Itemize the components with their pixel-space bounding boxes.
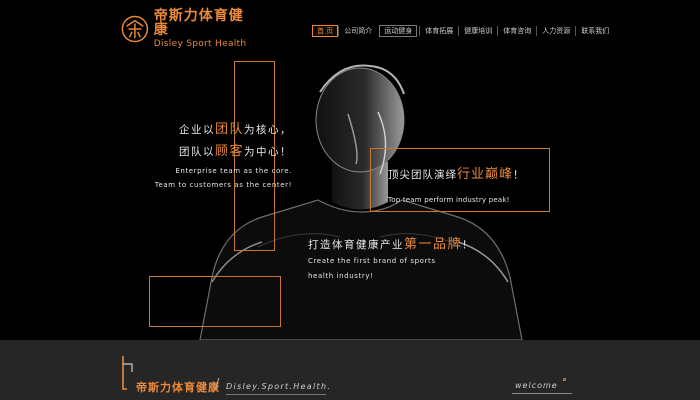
- slogan3-cn-highlight: 第一品牌: [404, 237, 463, 252]
- logo-emblem-icon: [121, 15, 149, 43]
- slogan-team-core: 企业以团队为核心， 团队以顾客为中心！ Enterprise team as t…: [140, 119, 292, 191]
- footer-underline: [226, 394, 326, 395]
- slogan1-en-line1: Enterprise team as the core.: [175, 167, 292, 175]
- slogan3-en-line2: health industry!: [308, 272, 374, 280]
- slogan-industry-peak: 顶尖团队演绎行业巅峰！ Top team perform industry pe…: [388, 163, 525, 204]
- footer-band: 帝斯力体育健康 / Disley.Sport.Health. welcome: [0, 340, 700, 400]
- slogan2-cn-highlight: 行业巅峰: [457, 167, 514, 182]
- nav-item-hr[interactable]: 人力资源: [536, 26, 575, 36]
- slogan1-line2-post: 为中心！: [244, 146, 292, 158]
- slogan1-line2-highlight: 顾客: [214, 144, 244, 159]
- slogan-first-brand: 打造体育健康产业第一品牌！ Create the first brand of …: [308, 233, 474, 282]
- slogan3-en-line1: Create the first brand of sports: [308, 257, 436, 265]
- main-nav: 首 页 公司简介 运动健身 体育拓展 健康培训 体育咨询 人力资源 联系我们: [312, 24, 614, 38]
- nav-item-training[interactable]: 健康培训: [458, 26, 497, 36]
- slogan1-line2-pre: 团队以: [178, 146, 215, 158]
- site-logo[interactable]: 帝斯力体育健康 Disley Sport Health: [121, 8, 251, 49]
- slogan1-line1-pre: 企业以: [178, 124, 215, 136]
- nav-item-fitness[interactable]: 运动健身: [379, 25, 418, 37]
- nav-item-consulting[interactable]: 体育咨询: [497, 26, 536, 36]
- welcome-underline: [512, 393, 572, 394]
- slogan2-en: Top team perform industry peak!: [388, 196, 510, 204]
- nav-item-expansion[interactable]: 体育拓展: [419, 26, 458, 36]
- slogan1-line1-highlight: 团队: [214, 122, 244, 137]
- slogan3-cn-pre: 打造体育健康产业: [308, 239, 404, 251]
- nav-item-home[interactable]: 首 页: [312, 25, 339, 37]
- footer-divider: /: [215, 377, 220, 392]
- logo-cn-text: 帝斯力体育健康: [153, 8, 244, 38]
- nav-item-about[interactable]: 公司简介: [338, 26, 377, 36]
- athlete-silhouette-image: [199, 64, 523, 340]
- slogan3-cn-post: ！: [462, 239, 475, 251]
- slogan2-cn-post: ！: [513, 169, 525, 181]
- logo-en-text: Disley Sport Health: [153, 39, 247, 49]
- decorative-frame-bottom: [149, 276, 281, 327]
- slogan1-line1-post: 为核心，: [244, 124, 292, 136]
- hero-banner: 企业以团队为核心， 团队以顾客为中心！ Enterprise team as t…: [0, 52, 700, 340]
- footer-brand-en: Disley.Sport.Health.: [226, 382, 332, 391]
- footer-brand-cn: 帝斯力体育健康: [136, 381, 220, 394]
- welcome-text: welcome: [515, 381, 558, 390]
- slogan1-en-line2: Team to customers as the center!: [154, 181, 292, 189]
- footer-bracket-icon: [122, 356, 133, 390]
- slogan2-cn-pre: 顶尖团队演绎: [388, 169, 457, 181]
- welcome-dot-icon: [563, 378, 566, 381]
- nav-item-contact[interactable]: 联系我们: [575, 26, 614, 36]
